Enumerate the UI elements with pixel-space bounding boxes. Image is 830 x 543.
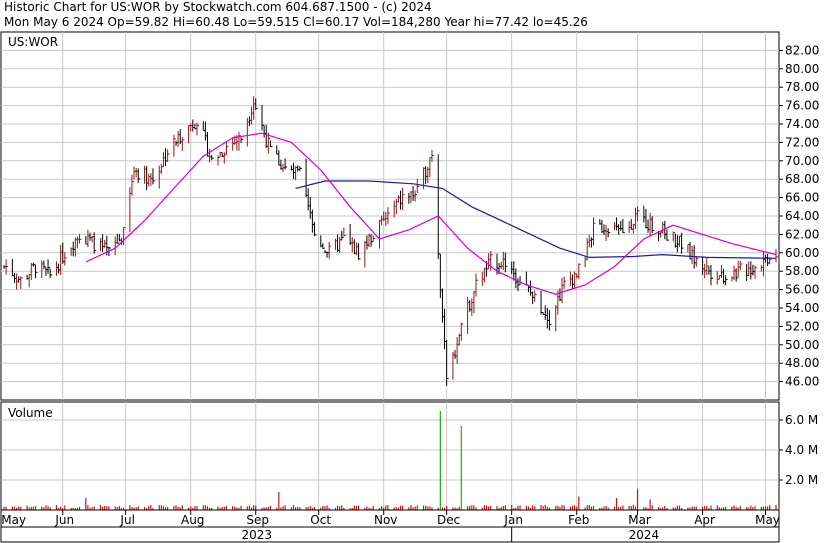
month-label: Mar [628, 513, 651, 527]
month-label: Jan [503, 513, 523, 527]
price-tick-label: 70.00 [785, 154, 819, 168]
volume-y-axis: 2.0 M 4.0 M 6.0 M [779, 413, 818, 487]
price-tick-label: 78.00 [785, 80, 819, 94]
price-tick-label: 56.00 [785, 283, 819, 297]
price-tick-label: 74.00 [785, 117, 819, 131]
price-tick-label: 82.00 [785, 43, 819, 57]
price-tick-label: 52.00 [785, 319, 819, 333]
month-label: Jul [119, 513, 134, 527]
price-tick-label: 76.00 [785, 99, 819, 113]
price-tick-label: 48.00 [785, 356, 819, 370]
price-tick-label: 64.00 [785, 209, 819, 223]
volume-tick-label: 6.0 M [785, 413, 818, 427]
volume-panel-title: Volume [8, 406, 53, 420]
price-tick-label: 50.00 [785, 338, 819, 352]
volume-panel [0, 401, 780, 511]
month-label: Oct [310, 513, 331, 527]
volume-tick-label: 4.0 M [785, 443, 818, 457]
year-label: 2024 [629, 528, 660, 542]
price-tick-label: 72.00 [785, 135, 819, 149]
volume-tick-label: 2.0 M [785, 473, 818, 487]
month-label: May [755, 513, 780, 527]
price-tick-label: 80.00 [785, 62, 819, 76]
month-label: Sep [246, 513, 269, 527]
price-y-axis: 46.00 48.00 50.00 52.00 54.00 56.00 58.00 60.00… [779, 43, 819, 389]
month-label: Apr [694, 513, 715, 527]
price-panel-title: US:WOR [8, 35, 58, 49]
price-tick-label: 62.00 [785, 227, 819, 241]
price-tick-label: 60.00 [785, 246, 819, 260]
month-label: Jun [54, 513, 74, 527]
price-tick-label: 66.00 [785, 191, 819, 205]
price-tick-label: 54.00 [785, 301, 819, 315]
price-tick-label: 68.00 [785, 172, 819, 186]
month-label: May [1, 513, 26, 527]
month-label: Dec [437, 513, 460, 527]
price-tick-label: 58.00 [785, 264, 819, 278]
month-label: Feb [568, 513, 589, 527]
price-grid [1, 32, 779, 400]
month-label: Aug [181, 513, 204, 527]
month-label: Nov [374, 513, 397, 527]
price-tick-label: 46.00 [785, 375, 819, 389]
stock-chart: 46.00 48.00 50.00 52.00 54.00 56.00 58.00 60.00… [0, 31, 819, 543]
year-label: 2023 [242, 528, 273, 542]
